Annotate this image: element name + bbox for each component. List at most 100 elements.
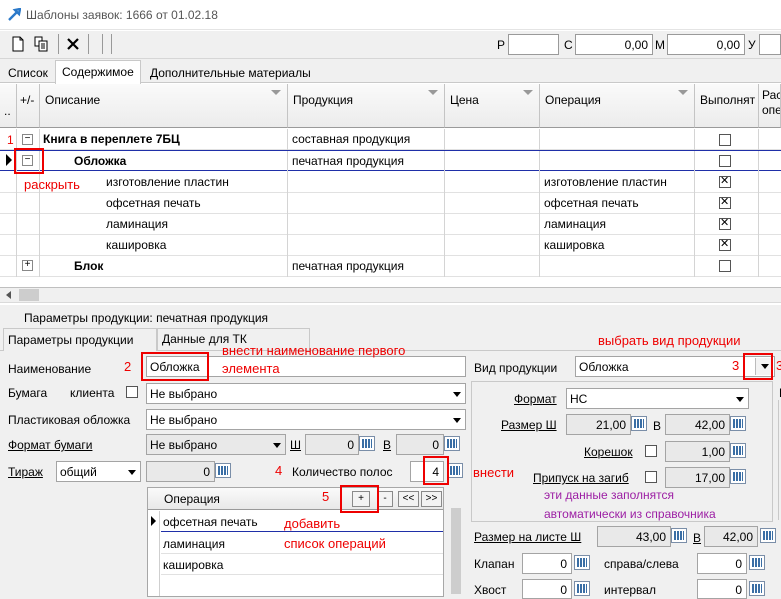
tail-input[interactable]: 0 [522,579,572,599]
delete-icon[interactable] [65,36,81,52]
tab-product-params[interactable]: Параметры продукции [3,328,157,351]
tab-contents[interactable]: Содержимое [55,60,141,84]
calculator-icon[interactable] [215,463,231,478]
calculator-icon[interactable] [730,443,746,458]
done-checkbox[interactable] [719,134,731,146]
annotation-step-3: 3 [732,358,740,373]
calculator-icon[interactable] [631,416,647,431]
run-label[interactable]: Тираж [8,465,43,479]
table-row[interactable]: − Книга в переплете 7БЦ составная продук… [0,129,781,150]
toolbar-separator [111,34,112,54]
tab-additional-materials[interactable]: Дополнительные материалы [144,62,317,83]
client-paper-label: клиента [70,386,115,400]
grid-horizontal-scrollbar[interactable] [0,288,781,303]
flap-input[interactable]: 0 [522,553,572,574]
column-header-done[interactable]: Выполнят [695,84,759,128]
spine-checkbox[interactable] [645,445,657,457]
done-checkbox[interactable] [719,174,731,188]
row-done-cell [695,151,759,172]
column-header-operation[interactable]: Операция [540,84,695,128]
calculator-icon[interactable] [574,581,590,596]
sheet-width-input[interactable]: 43,00 [597,526,671,547]
annotation-expand: раскрыть [24,177,80,192]
calculator-icon[interactable] [574,555,590,570]
annotation-step-4: 4 [275,463,283,478]
run-input[interactable]: 0 [146,461,215,482]
column-header-cost[interactable]: Рас опе [759,84,781,128]
done-checkbox[interactable] [719,155,731,167]
move-down-operation-button[interactable]: >> [421,491,442,507]
column-header-product[interactable]: Продукция [288,84,445,128]
paper-select[interactable]: Не выбрано [146,383,466,404]
expand-icon[interactable]: + [22,260,33,271]
calculator-icon[interactable] [671,528,687,543]
size-height-input[interactable]: 42,00 [665,414,730,435]
done-checkbox[interactable] [719,260,731,272]
table-row[interactable]: офсетная печать офсетная печать [0,193,781,214]
calculator-icon[interactable] [730,416,746,431]
width-input[interactable]: 0 [305,434,359,455]
calculator-icon[interactable] [444,436,460,451]
row-operation: офсетная печать [540,193,695,214]
row-done-cell [695,129,759,150]
row-description: Книга в переплете 7БЦ [40,129,288,150]
column-header-expand[interactable]: +/- [17,84,40,128]
collapse-icon[interactable]: − [22,134,33,145]
client-paper-checkbox[interactable] [126,386,138,398]
size-label[interactable]: Размер Ш [501,418,557,432]
calculator-icon[interactable] [749,581,765,596]
table-row[interactable]: + Блок печатная продукция [0,256,781,277]
calculator-icon[interactable] [447,463,463,478]
scroll-thumb[interactable] [19,289,39,301]
format-label[interactable]: Формат [514,392,557,406]
total-u-field[interactable] [759,34,781,55]
operations-vertical-scrollbar[interactable] [449,505,463,597]
fold-allowance-checkbox[interactable] [645,471,657,483]
calculator-icon[interactable] [730,469,746,484]
column-header-price[interactable]: Цена [445,84,540,128]
tab-list[interactable]: Список [2,62,54,83]
table-row[interactable]: ламинация ламинация [0,214,781,235]
total-c-field[interactable]: 0,00 [575,34,653,55]
table-row-selected[interactable]: − Обложка печатная продукция [0,150,781,172]
done-checkbox[interactable] [719,195,731,209]
run-type-select[interactable]: общий [56,461,141,482]
column-header-description[interactable]: Описание [40,84,288,128]
side-input[interactable]: 0 [697,553,747,574]
scroll-left-icon[interactable] [6,291,11,299]
sheet-height-input[interactable]: 42,00 [704,526,758,547]
spine-input[interactable]: 1,00 [665,441,730,462]
total-m-field[interactable]: 0,00 [667,34,745,55]
scroll-thumb[interactable] [451,508,461,594]
spine-label[interactable]: Корешок [584,445,633,459]
copy-icon[interactable] [33,36,49,52]
flap-label: Клапан [474,557,515,571]
toolbar-separator [58,34,59,54]
table-row[interactable]: изготовление пластин изготовление пласти… [0,172,781,193]
total-r-field[interactable] [508,34,559,55]
operation-list-item[interactable]: кашировка [161,554,443,575]
calculator-icon[interactable] [749,555,765,570]
fold-allowance-label[interactable]: Припуск на загиб [533,471,629,485]
format-select[interactable]: НС [566,388,749,409]
plastic-cover-select[interactable]: Не выбрано [146,409,466,430]
height-input[interactable]: 0 [396,434,444,455]
paper-format-label[interactable]: Формат бумаги [8,438,92,452]
fold-allowance-input[interactable]: 17,00 [665,467,730,488]
row-expand-cell [17,193,40,214]
sheet-size-label[interactable]: Размер на листе Ш [474,530,581,544]
calculator-icon[interactable] [359,436,375,451]
calculator-icon[interactable] [760,528,776,543]
new-document-icon[interactable] [10,36,26,52]
interval-input[interactable]: 0 [697,579,747,599]
current-row-arrow-icon [151,516,156,526]
move-up-operation-button[interactable]: << [398,491,419,507]
paper-format-select[interactable]: Не выбрано [146,434,286,455]
remove-operation-button[interactable]: - [377,491,393,507]
done-checkbox[interactable] [719,237,731,251]
table-row[interactable]: кашировка кашировка [0,235,781,256]
row-indicator [0,256,17,277]
done-checkbox[interactable] [719,216,731,230]
size-width-input[interactable]: 21,00 [566,414,631,435]
sort-arrow-icon [523,90,533,95]
